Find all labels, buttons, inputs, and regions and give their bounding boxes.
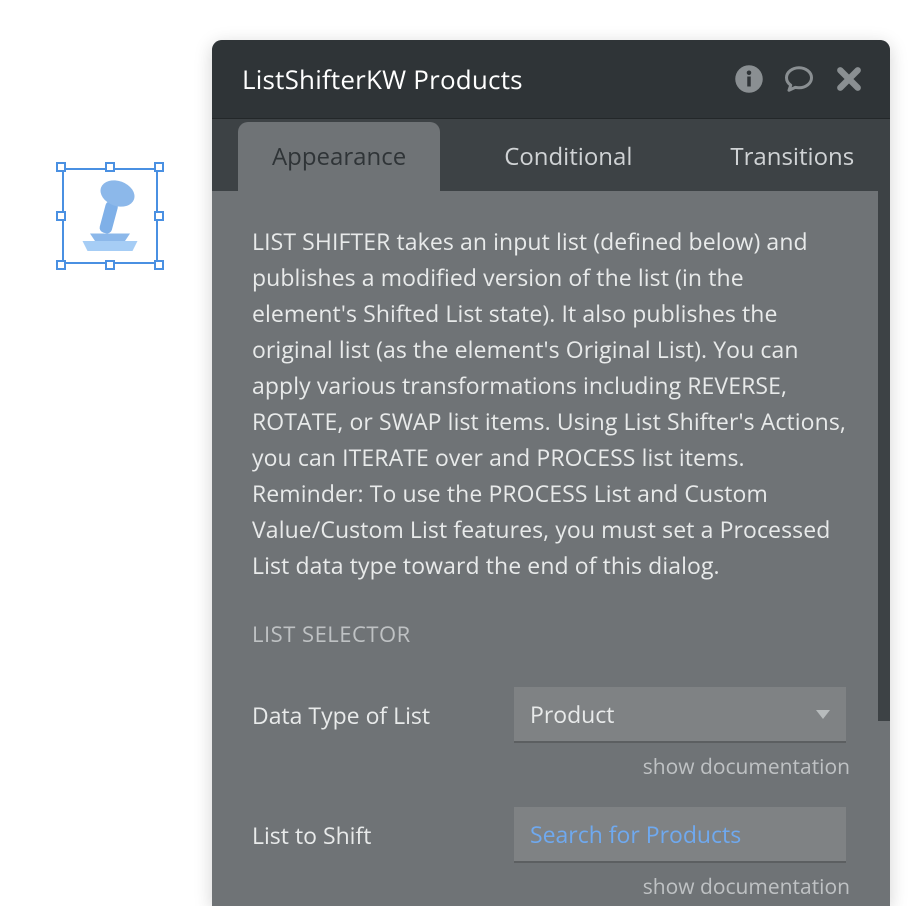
close-icon[interactable] [834, 64, 864, 94]
data-type-select-value: Product [530, 698, 614, 730]
plugin-icon [70, 176, 150, 256]
section-label-list-selector: LIST SELECTOR [252, 619, 850, 649]
doc-link-data-type[interactable]: show documentation [252, 753, 850, 781]
field-label-list-to-shift: List to Shift [252, 819, 514, 851]
panel-header-actions [734, 64, 864, 94]
resize-handle-ml[interactable] [56, 211, 66, 221]
chevron-down-icon [816, 710, 830, 719]
tab-conditional[interactable]: Conditional [470, 122, 666, 191]
info-icon[interactable] [734, 64, 764, 94]
resize-handle-bl[interactable] [56, 260, 66, 270]
list-to-shift-value: Search for Products [530, 818, 741, 850]
data-type-select[interactable]: Product [514, 687, 846, 743]
list-to-shift-input[interactable]: Search for Products [514, 807, 846, 863]
panel-title: ListShifterKW Products [242, 61, 523, 97]
plugin-description: LIST SHIFTER takes an input list (define… [252, 223, 850, 583]
resize-handle-mr[interactable] [154, 211, 164, 221]
tab-transitions[interactable]: Transitions [696, 122, 888, 191]
resize-handle-tm[interactable] [105, 162, 115, 172]
doc-link-list-to-shift[interactable]: show documentation [252, 873, 850, 901]
scrollbar[interactable] [878, 191, 890, 721]
tab-appearance[interactable]: Appearance [238, 122, 440, 191]
resize-handle-tl[interactable] [56, 162, 66, 172]
panel-body: LIST SHIFTER takes an input list (define… [212, 191, 890, 906]
resize-handle-tr[interactable] [154, 162, 164, 172]
canvas-selected-element[interactable] [62, 168, 158, 264]
field-label-data-type: Data Type of List [252, 699, 514, 731]
selection-box [62, 168, 158, 264]
resize-handle-br[interactable] [154, 260, 164, 270]
resize-handle-bm[interactable] [105, 260, 115, 270]
comment-icon[interactable] [784, 64, 814, 94]
panel-header: ListShifterKW Products [212, 40, 890, 119]
tabs-bar: Appearance Conditional Transitions [212, 119, 890, 191]
field-row-data-type: Data Type of List Product [252, 687, 850, 743]
property-editor-panel: ListShifterKW Products Appearance Condit… [212, 40, 890, 906]
field-row-list-to-shift: List to Shift Search for Products [252, 807, 850, 863]
